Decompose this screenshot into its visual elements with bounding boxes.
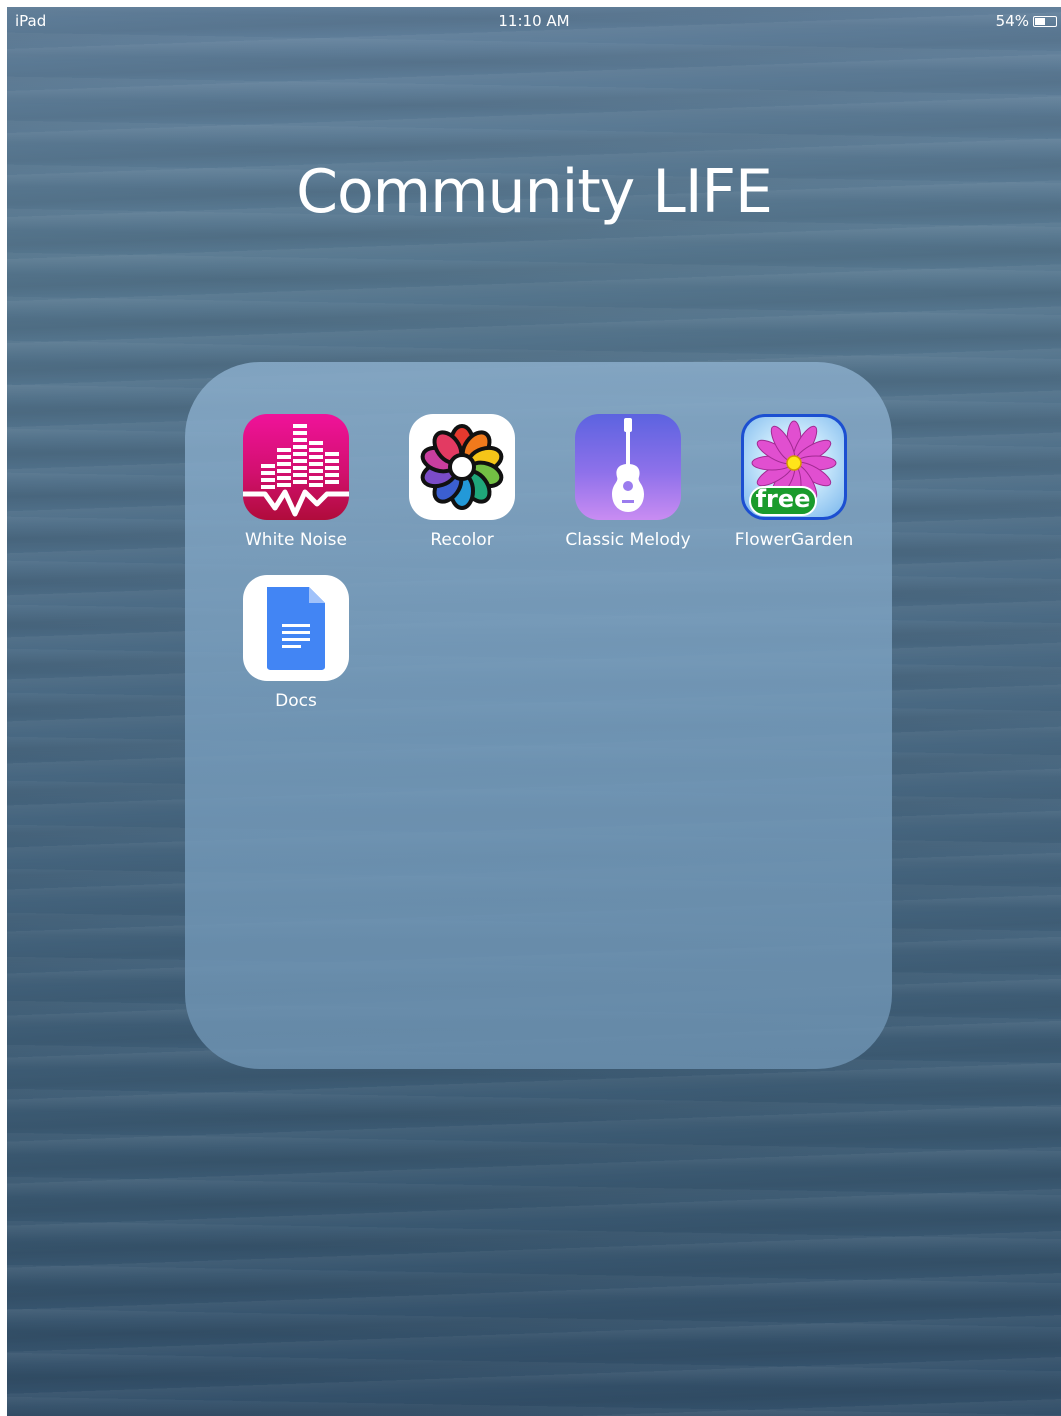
app-label: Docs <box>275 691 317 711</box>
recolor-icon[interactable] <box>409 414 515 520</box>
folder-panel: White Noise Recolor Classic Melody free … <box>185 362 892 1069</box>
battery-percent: 54% <box>995 12 1029 30</box>
folder-title[interactable]: Community LIFE <box>7 157 1061 227</box>
app-label: FlowerGarden <box>734 530 854 550</box>
status-bar: iPad 11:10 AM 54% <box>7 7 1061 37</box>
app-docs[interactable]: Docs <box>226 575 366 711</box>
home-screen: iPad 11:10 AM 54% Community LIFE White N… <box>7 7 1061 1416</box>
battery-icon <box>1033 15 1057 27</box>
flower-garden-icon[interactable]: free <box>741 414 847 520</box>
docs-icon[interactable] <box>243 575 349 681</box>
app-recolor[interactable]: Recolor <box>392 414 532 550</box>
app-classic-melody[interactable]: Classic Melody <box>558 414 698 550</box>
app-label: Recolor <box>430 530 494 550</box>
free-badge: free <box>755 485 811 513</box>
white-noise-icon[interactable] <box>243 414 349 520</box>
app-flowergarden[interactable]: free FlowerGarden <box>724 414 864 550</box>
app-label: White Noise <box>245 530 347 550</box>
app-label: Classic Melody <box>565 530 691 550</box>
battery-level-fill <box>1035 17 1045 25</box>
app-white-noise[interactable]: White Noise <box>226 414 366 550</box>
status-time: 11:10 AM <box>498 12 570 30</box>
battery-status: 54% <box>996 12 1057 30</box>
guitar-icon[interactable] <box>575 414 681 520</box>
